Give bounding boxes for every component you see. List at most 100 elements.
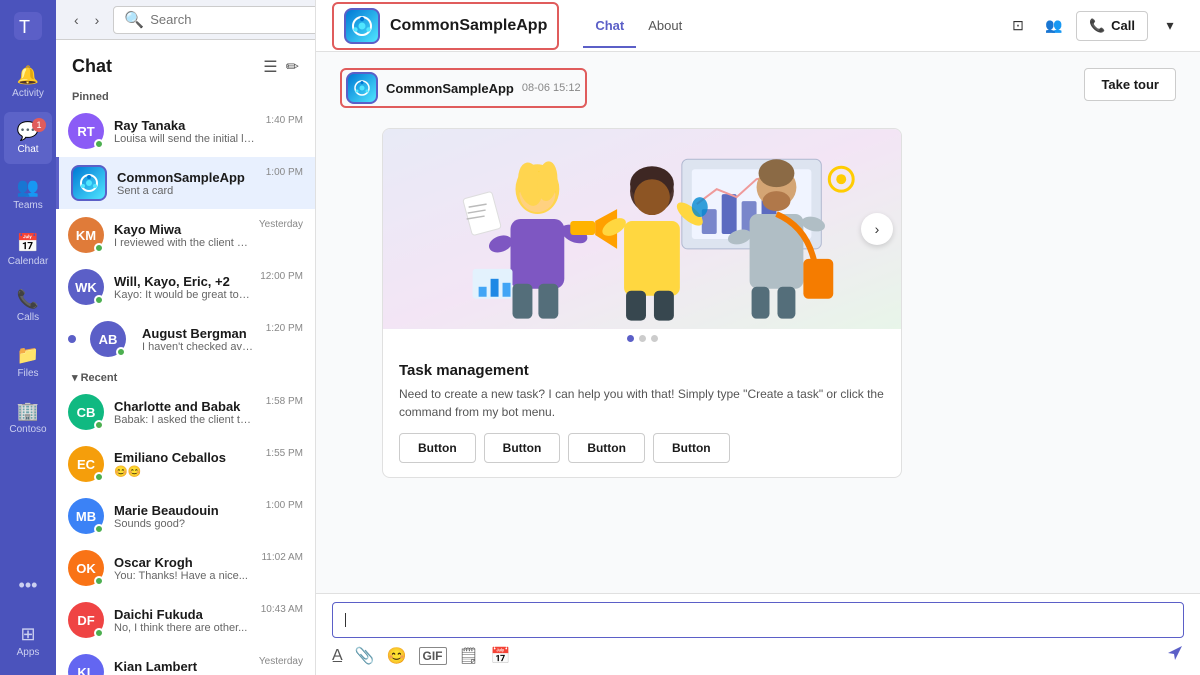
- message-highlight: CommonSampleApp 08-06 15:12: [340, 68, 587, 108]
- call-dropdown-icon[interactable]: ▾: [1156, 12, 1184, 40]
- call-button[interactable]: 📞 Call: [1076, 11, 1148, 41]
- chat-item-kian[interactable]: KL Kian Lambert Have you run this by Bet…: [56, 646, 315, 675]
- chat-item-daichi[interactable]: DF Daichi Fukuda No, I think there are o…: [56, 594, 315, 646]
- chat-item-charlotte[interactable]: CB Charlotte and Babak Babak: I asked th…: [56, 386, 315, 438]
- app-header-icon: [344, 8, 380, 44]
- card-button-4[interactable]: Button: [653, 433, 730, 463]
- message-card: › Task management Need to create a new t…: [382, 128, 902, 478]
- card-next-button[interactable]: ›: [861, 213, 893, 245]
- chat-info-august: August Bergman I haven't checked availab…: [142, 326, 256, 353]
- chat-time-will: 12:00 PM: [260, 271, 303, 282]
- files-icon: 📁: [17, 345, 39, 366]
- sidebar-item-chat[interactable]: 1 💬 Chat: [4, 112, 52, 164]
- chat-preview-commonsampleapp: Sent a card: [117, 185, 256, 197]
- chat-item-commonsampleapp[interactable]: CommonSampleApp Sent a card 1:00 PM: [56, 157, 315, 209]
- chat-item-emiliano[interactable]: EC Emiliano Ceballos 😊😊 1:55 PM: [56, 438, 315, 490]
- chat-preview-will: Kayo: It would be great to sync...: [114, 289, 250, 301]
- chat-item-oscar[interactable]: OK Oscar Krogh You: Thanks! Have a nice.…: [56, 542, 315, 594]
- chat-item-august[interactable]: AB August Bergman I haven't checked avai…: [56, 313, 315, 365]
- chat-preview-emiliano: 😊😊: [114, 465, 256, 478]
- popout-icon[interactable]: ⊡: [1004, 12, 1032, 40]
- tab-about[interactable]: About: [636, 3, 694, 48]
- avatar-daichi: DF: [68, 602, 104, 638]
- chat-item-ray[interactable]: RT Ray Tanaka Louisa will send the initi…: [56, 105, 315, 157]
- sidebar-item-activity[interactable]: 🔔 Activity: [4, 56, 52, 108]
- chat-item-marie[interactable]: MB Marie Beaudouin Sounds good? 1:00 PM: [56, 490, 315, 542]
- format-icon[interactable]: A̲: [332, 647, 343, 665]
- search-bar[interactable]: 🔍: [113, 6, 316, 34]
- chat-info-oscar: Oscar Krogh You: Thanks! Have a nice...: [114, 555, 251, 582]
- sidebar-item-files[interactable]: 📁 Files: [4, 336, 52, 388]
- calendar-icon: 📅: [17, 233, 39, 254]
- chat-preview-oscar: You: Thanks! Have a nice...: [114, 570, 251, 582]
- more-icon: •••: [19, 575, 38, 596]
- chat-list-scroll[interactable]: Pinned RT Ray Tanaka Louisa will send th…: [56, 85, 315, 675]
- filter-icon[interactable]: ☰: [263, 57, 277, 77]
- avatar-will: WK: [68, 269, 104, 305]
- app-header-highlight: CommonSampleApp: [332, 2, 559, 50]
- chat-header: CommonSampleApp Chat About ⊡ 👥 📞 Call ▾: [316, 0, 1200, 52]
- unread-dot-august: [68, 335, 76, 343]
- tab-chat[interactable]: Chat: [583, 3, 636, 48]
- avatar-ray: RT: [68, 113, 104, 149]
- sidebar-item-contoso[interactable]: 🏢 Contoso: [4, 392, 52, 444]
- sidebar-item-teams[interactable]: 👥 Teams: [4, 168, 52, 220]
- sidebar-item-calls-label: Calls: [17, 312, 39, 323]
- pinned-section-label: Pinned: [56, 85, 315, 105]
- teams-logo[interactable]: T: [10, 8, 46, 44]
- chat-time-emiliano: 1:55 PM: [266, 448, 303, 459]
- back-button[interactable]: ‹: [68, 8, 85, 32]
- sidebar-item-calendar-label: Calendar: [8, 256, 49, 267]
- chat-item-kayo[interactable]: KM Kayo Miwa I reviewed with the client …: [56, 209, 315, 261]
- take-tour-button[interactable]: Take tour: [1084, 68, 1176, 101]
- message-sender-name: CommonSampleApp: [386, 81, 514, 96]
- forward-button[interactable]: ›: [89, 8, 106, 32]
- chat-name-august: August Bergman: [142, 326, 256, 341]
- sticker-icon[interactable]: 🗒: [459, 646, 479, 666]
- charlotte-status: [94, 420, 104, 430]
- compose-icon[interactable]: ✏: [286, 57, 299, 77]
- sidebar-item-calendar[interactable]: 📅 Calendar: [4, 224, 52, 276]
- card-dots: [383, 329, 901, 348]
- card-button-2[interactable]: Button: [484, 433, 561, 463]
- card-button-3[interactable]: Button: [568, 433, 645, 463]
- topbar: ‹ › 🔍 ••• U ─ □ ✕: [56, 0, 315, 40]
- emiliano-status: [94, 472, 104, 482]
- people-icon[interactable]: 👥: [1040, 12, 1068, 40]
- ray-status: [94, 139, 104, 149]
- sidebar-item-calls[interactable]: 📞 Calls: [4, 280, 52, 332]
- message-input-box[interactable]: [332, 602, 1184, 638]
- sidebar-item-activity-label: Activity: [12, 88, 44, 99]
- chat-info-kian: Kian Lambert Have you run this by Beth? …: [114, 659, 249, 675]
- send-button[interactable]: [1166, 644, 1184, 667]
- attach-icon[interactable]: 📎: [355, 646, 375, 666]
- chat-name-will: Will, Kayo, Eric, +2: [114, 274, 250, 289]
- recent-collapse-icon[interactable]: ▾: [72, 372, 81, 384]
- chat-name-charlotte: Charlotte and Babak: [114, 399, 256, 414]
- nav-buttons: ‹ ›: [68, 8, 105, 32]
- call-icon: 📞: [1089, 18, 1105, 34]
- will-status: [94, 295, 104, 305]
- emoji-icon[interactable]: 😊: [387, 646, 407, 666]
- avatar-marie: MB: [68, 498, 104, 534]
- sidebar-item-apps[interactable]: ⊞ Apps: [4, 615, 52, 667]
- input-area: A̲ 📎 😊 GIF 🗒 📅: [316, 593, 1200, 675]
- chat-info-charlotte: Charlotte and Babak Babak: I asked the c…: [114, 399, 256, 426]
- chat-info-ray: Ray Tanaka Louisa will send the initial …: [114, 118, 256, 145]
- chat-time-august: 1:20 PM: [266, 323, 303, 334]
- sidebar-item-more[interactable]: •••: [4, 559, 52, 611]
- search-input[interactable]: [150, 12, 316, 27]
- avatar-charlotte: CB: [68, 394, 104, 430]
- message-area[interactable]: CommonSampleApp 08-06 15:12: [316, 52, 1200, 593]
- card-buttons: Button Button Button Button: [399, 433, 885, 463]
- gif-icon[interactable]: GIF: [419, 647, 447, 665]
- chat-preview-daichi: No, I think there are other...: [114, 622, 251, 634]
- card-description: Need to create a new task? I can help yo…: [399, 385, 885, 421]
- schedule-icon[interactable]: 📅: [491, 646, 511, 666]
- chat-item-will[interactable]: WK Will, Kayo, Eric, +2 Kayo: It would b…: [56, 261, 315, 313]
- dot-1: [627, 335, 634, 342]
- august-status: [116, 347, 126, 357]
- daichi-status: [94, 628, 104, 638]
- chat-list-header: Chat ☰ ✏: [56, 40, 315, 85]
- card-button-1[interactable]: Button: [399, 433, 476, 463]
